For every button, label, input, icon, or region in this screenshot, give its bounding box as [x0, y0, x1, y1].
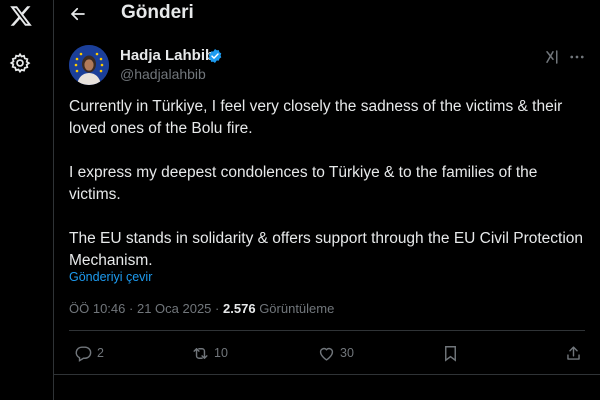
- page-header: Gönderi: [54, 0, 600, 30]
- post-paragraph: The EU stands in solidarity & offers sup…: [69, 230, 588, 269]
- repost-button[interactable]: 10: [191, 340, 228, 366]
- action-bar: 2 10 30: [54, 340, 600, 366]
- verified-badge-icon: [207, 48, 223, 64]
- page-title: Gönderi: [121, 2, 194, 23]
- repost-icon: [193, 347, 208, 359]
- share-icon: [567, 345, 580, 360]
- reply-count: 2: [97, 346, 104, 360]
- share-button[interactable]: [564, 340, 583, 366]
- divider: [54, 374, 600, 375]
- x-logo-icon[interactable]: [9, 4, 33, 28]
- repost-count: 10: [214, 346, 228, 360]
- post-text: Currently in Türkiye, I feel very closel…: [69, 96, 589, 272]
- avatar[interactable]: [69, 45, 109, 85]
- more-options-icon[interactable]: [567, 48, 587, 66]
- translate-post-link[interactable]: Gönderiyi çevir: [69, 270, 152, 284]
- reply-icon: [75, 345, 92, 362]
- post-time[interactable]: ÖÖ 10:46: [69, 301, 125, 316]
- arrow-left-icon[interactable]: [69, 5, 87, 23]
- gear-icon[interactable]: [9, 52, 31, 74]
- reply-button[interactable]: 2: [74, 340, 104, 366]
- bookmark-button[interactable]: [441, 340, 460, 366]
- bookmark-icon: [445, 345, 456, 362]
- post-date[interactable]: 21 Oca 2025: [137, 301, 211, 316]
- meta-separator: ·: [129, 301, 134, 316]
- like-count: 30: [340, 346, 354, 360]
- author-name[interactable]: Hadja Lahbib: [120, 47, 214, 64]
- post-detail-column: Gönderi Hadja Lahbib @hadjalahbib Curren…: [54, 0, 600, 400]
- heart-icon: [319, 347, 334, 361]
- author-handle[interactable]: @hadjalahbib: [120, 66, 206, 82]
- post-paragraph: Currently in Türkiye, I feel very closel…: [69, 98, 567, 137]
- views-count: 2.576: [223, 301, 256, 316]
- divider: [69, 330, 585, 331]
- post-metadata: ÖÖ 10:46 · 21 Oca 2025 · 2.576 Görüntüle…: [69, 301, 334, 316]
- meta-separator: ·: [215, 301, 220, 316]
- post-paragraph: I express my deepest condolences to Türk…: [69, 164, 542, 203]
- grok-icon[interactable]: [544, 48, 562, 66]
- views-label: Görüntüleme: [259, 301, 335, 316]
- left-nav: [0, 0, 54, 400]
- like-button[interactable]: 30: [317, 340, 354, 366]
